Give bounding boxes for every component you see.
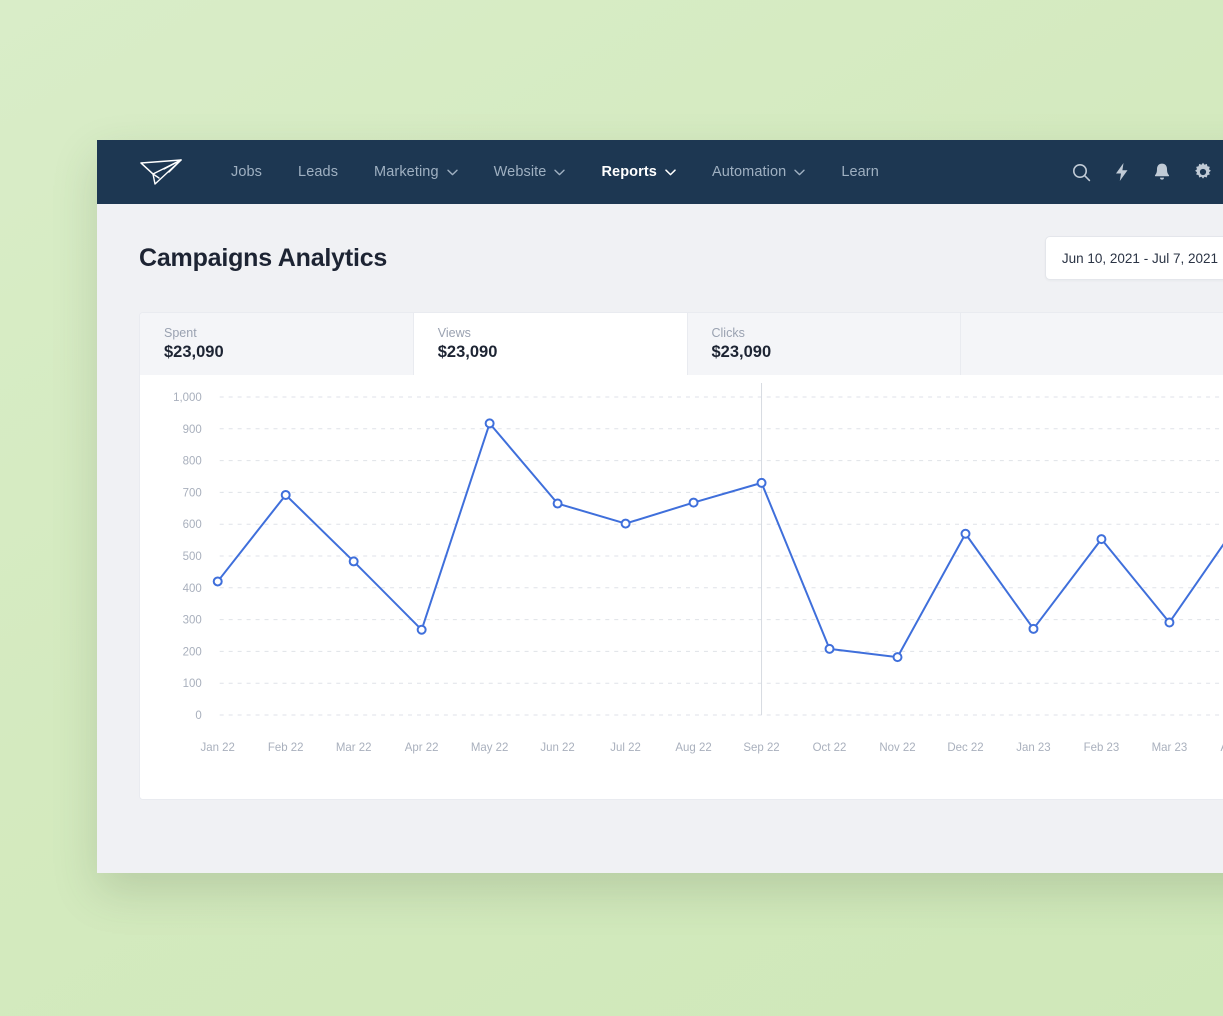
page-content: Campaigns Analytics Jun 10, 2021 - Jul 7… [97, 204, 1223, 800]
svg-text:700: 700 [183, 487, 202, 499]
series-line [216, 422, 1223, 659]
page-title: Campaigns Analytics [139, 243, 388, 272]
nav-label: Reports [601, 164, 657, 180]
svg-text:300: 300 [183, 615, 202, 627]
chevron-down-icon [794, 169, 806, 176]
nav-links: Jobs Leads Marketing Website Reports Aut… [213, 140, 897, 204]
data-point[interactable] [960, 528, 971, 539]
lightning-bolt-icon[interactable] [1113, 162, 1131, 182]
nav-item-learn[interactable]: Learn [823, 140, 897, 204]
data-point[interactable] [756, 477, 767, 488]
top-navigation-bar: Jobs Leads Marketing Website Reports Aut… [97, 140, 1223, 204]
svg-text:Feb 23: Feb 23 [1084, 742, 1120, 754]
nav-item-reports[interactable]: Reports [583, 140, 694, 204]
data-point[interactable] [484, 418, 495, 429]
data-point[interactable] [620, 518, 631, 529]
stat-card-clicks[interactable]: Clicks $23,090 [687, 313, 962, 375]
svg-text:Jun 22: Jun 22 [540, 742, 574, 754]
stat-card-spent[interactable]: Spent $23,090 [140, 313, 414, 375]
stat-label: Clicks [711, 326, 745, 340]
data-point[interactable] [552, 498, 563, 509]
svg-text:May 22: May 22 [471, 742, 509, 754]
nav-actions [1072, 162, 1223, 182]
line-chart[interactable]: 0 100 200 300 400 500 600 700 800 900 1,000 Jan 22… [140, 375, 1223, 799]
data-point[interactable] [824, 643, 835, 654]
svg-text:Mar 23: Mar 23 [1152, 742, 1188, 754]
nav-label: Jobs [231, 164, 263, 180]
svg-text:600: 600 [183, 519, 202, 531]
gear-icon[interactable] [1193, 162, 1213, 182]
svg-text:Jan 22: Jan 22 [201, 742, 235, 754]
grid-lines [219, 396, 1223, 716]
nav-label: Marketing [374, 164, 439, 180]
nav-label: Learn [841, 164, 879, 180]
chevron-down-icon [665, 168, 676, 176]
stat-label: Views [437, 326, 471, 340]
y-axis-ticks: 0 100 200 300 400 500 600 700 800 900 1,000 [173, 392, 202, 722]
nav-label: Automation [711, 164, 787, 180]
stat-card-empty[interactable] [961, 313, 1223, 375]
data-point[interactable] [688, 497, 699, 508]
stat-card-views[interactable]: Views $23,090 [413, 313, 688, 375]
svg-text:Apr 22: Apr 22 [405, 742, 439, 754]
svg-text:800: 800 [183, 456, 202, 468]
svg-text:Feb 22: Feb 22 [268, 742, 304, 754]
nav-label: Leads [298, 164, 339, 180]
nav-item-website[interactable]: Website [476, 140, 584, 204]
data-point[interactable] [416, 624, 427, 635]
bell-icon[interactable] [1153, 162, 1171, 182]
svg-text:Oct 22: Oct 22 [813, 742, 847, 754]
data-point[interactable] [280, 489, 291, 500]
svg-text:500: 500 [183, 551, 202, 563]
nav-item-marketing[interactable]: Marketing [356, 140, 476, 204]
svg-text:0: 0 [195, 710, 201, 722]
nav-item-jobs[interactable]: Jobs [213, 140, 280, 204]
nav-item-automation[interactable]: Automation [694, 140, 823, 204]
data-point[interactable] [1164, 617, 1175, 628]
nav-item-leads[interactable]: Leads [280, 140, 356, 204]
stat-label: Spent [164, 326, 197, 340]
nav-label: Website [493, 164, 547, 180]
stat-value: $23,090 [711, 343, 772, 361]
date-range-value: Jun 10, 2021 - Jul 7, 2021 [1061, 250, 1218, 266]
svg-text:Nov 22: Nov 22 [879, 742, 915, 754]
svg-text:Jul 22: Jul 22 [610, 742, 641, 754]
svg-text:100: 100 [183, 678, 202, 690]
chevron-down-icon [554, 169, 566, 176]
stats-row: Spent $23,090 Views $23,090 Clicks $23,0… [140, 313, 1223, 375]
svg-text:900: 900 [183, 424, 202, 436]
svg-text:400: 400 [183, 583, 202, 595]
chevron-down-icon [446, 169, 458, 176]
svg-text:1,000: 1,000 [173, 392, 202, 404]
data-point[interactable] [1028, 623, 1039, 634]
svg-text:Mar 22: Mar 22 [336, 742, 372, 754]
analytics-panel: Spent $23,090 Views $23,090 Clicks $23,0… [139, 312, 1223, 800]
stat-value: $23,090 [437, 343, 498, 361]
x-axis-ticks: Jan 22 Feb 22 Mar 22 Apr 22 May 22 Jun 22 Jul … [201, 742, 1223, 754]
search-icon[interactable] [1072, 163, 1091, 182]
svg-text:Dec 22: Dec 22 [947, 742, 983, 754]
svg-text:Sep 22: Sep 22 [743, 742, 779, 754]
svg-text:Jan 23: Jan 23 [1016, 742, 1050, 754]
paper-plane-logo[interactable] [139, 157, 185, 187]
data-point[interactable] [348, 556, 359, 567]
stat-value: $23,090 [164, 343, 224, 361]
page-header: Campaigns Analytics Jun 10, 2021 - Jul 7… [139, 204, 1223, 312]
data-point[interactable] [212, 576, 223, 587]
svg-text:200: 200 [183, 646, 202, 658]
svg-text:Aug 22: Aug 22 [675, 742, 711, 754]
data-point[interactable] [892, 652, 903, 663]
date-range-picker[interactable]: Jun 10, 2021 - Jul 7, 2021 [1044, 236, 1223, 280]
chart-canvas: 0 100 200 300 400 500 600 700 800 900 1,000 Jan 22… [173, 383, 1223, 754]
data-point[interactable] [1096, 534, 1107, 545]
app-window: Jobs Leads Marketing Website Reports Aut… [97, 140, 1223, 873]
